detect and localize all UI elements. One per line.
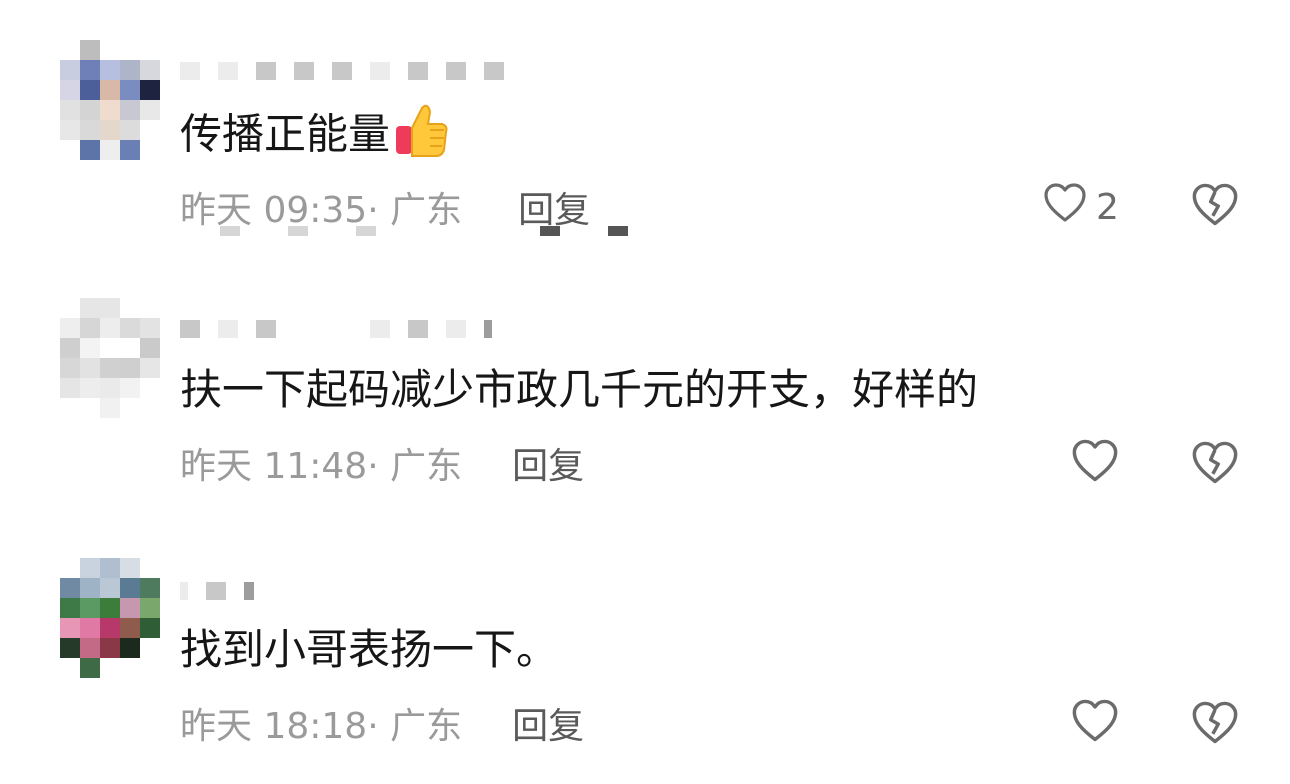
avatar[interactable]	[60, 558, 160, 678]
dislike-button[interactable]	[1190, 438, 1240, 492]
reply-button[interactable]: 回复	[512, 697, 584, 749]
heart-outline-icon	[1070, 436, 1120, 495]
heart-outline-icon	[1042, 180, 1088, 235]
reply-button[interactable]: 回复	[512, 437, 584, 489]
dislike-button[interactable]	[1190, 698, 1240, 752]
comment-item: 传播正能量 昨天 09:35· 广东 回复 2	[0, 0, 1290, 260]
like-button[interactable]	[1070, 438, 1128, 492]
comment-item: 扶一下起码减少市政几千元的开支，好样的 昨天 11:48· 广东 回复	[0, 258, 1290, 518]
comment-text-content: 传播正能量	[180, 109, 391, 159]
like-count: 2	[1096, 186, 1119, 228]
comment-time-location: 昨天 11:48· 广东	[180, 446, 463, 487]
comment-text: 传播正能量	[180, 100, 450, 174]
like-button[interactable]: 2	[1042, 180, 1119, 234]
username-pixelated[interactable]	[180, 60, 504, 82]
comment-item: 找到小哥表扬一下。 昨天 18:18· 广东 回复	[0, 518, 1290, 778]
broken-heart-icon	[1190, 183, 1240, 234]
comment-time-location: 昨天 18:18· 广东	[180, 706, 463, 747]
comment-text: 扶一下起码减少市政几千元的开支，好样的	[180, 365, 979, 414]
broken-heart-icon	[1190, 441, 1240, 492]
dislike-button[interactable]	[1190, 180, 1240, 234]
like-button[interactable]	[1070, 698, 1128, 752]
comment-text: 找到小哥表扬一下。	[180, 625, 559, 674]
username-pixelated[interactable]	[180, 580, 254, 602]
broken-heart-icon	[1190, 701, 1240, 752]
pixelated-strip	[540, 226, 628, 238]
comment-meta: 昨天 11:48· 广东 回复	[180, 438, 584, 488]
pixelated-strip	[220, 226, 376, 238]
comment-meta: 昨天 18:18· 广东 回复	[180, 698, 584, 748]
heart-outline-icon	[1070, 696, 1120, 755]
thumbs-up-icon	[392, 100, 450, 174]
username-pixelated[interactable]	[180, 318, 492, 340]
comment-meta: 昨天 09:35· 广东 回复	[180, 182, 590, 232]
avatar[interactable]	[60, 40, 160, 160]
avatar[interactable]	[60, 298, 160, 418]
